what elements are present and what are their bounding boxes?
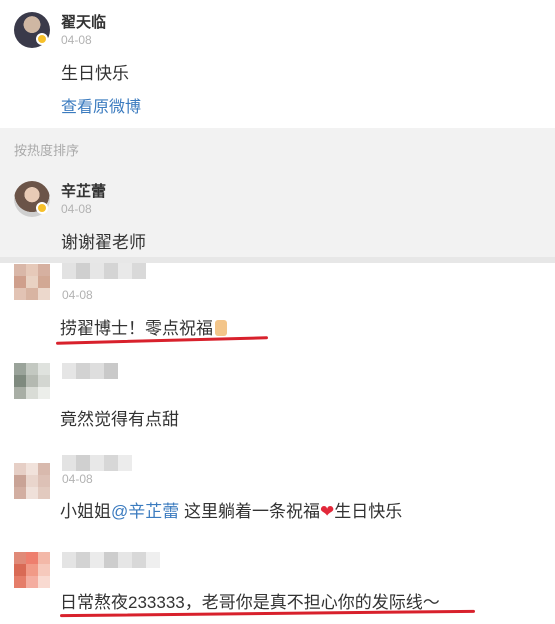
blurred-username [62,455,132,471]
comment-content: 日常熬夜233333，老哥你是真不担心你的发际线～ [60,593,440,612]
comment-date: 04-08 [62,472,93,486]
comment-content: 竟然觉得有点甜 [60,410,179,429]
post-username[interactable]: 翟天临 [61,11,106,32]
reply-date: 04-08 [61,202,92,216]
original-post: 翟天临 04-08 生日快乐 查看原微博 [0,0,555,128]
post-date: 04-08 [61,33,92,47]
thumbs-up-icon [215,320,227,336]
blurred-avatar[interactable] [14,264,50,300]
comment-content: 捞翟博士！零点祝福 [60,314,227,339]
blurred-avatar[interactable] [14,463,50,499]
blurred-username [62,363,118,379]
blurred-username [62,263,146,279]
sort-bar: 按热度排序 [0,128,555,164]
top-reply: 辛芷蕾 04-08 谢谢翟老师 [0,164,555,258]
post-content: 生日快乐 [61,64,129,83]
heart-icon: ❤ [320,502,335,521]
comment-date: 04-08 [62,288,93,302]
blurred-avatar[interactable] [14,363,50,399]
verified-badge-icon [36,202,48,214]
comment-content: 小姐姐@辛芷蕾 这里躺着一条祝福❤生日快乐 [60,502,403,521]
blurred-username [62,552,160,568]
view-original-link[interactable]: 查看原微博 [61,93,141,117]
mention-link[interactable]: @辛芷蕾 [111,502,179,521]
reply-content: 谢谢翟老师 [61,233,146,252]
blurred-avatar[interactable] [14,552,50,588]
verified-badge-icon [36,33,48,45]
sort-by-hot-label[interactable]: 按热度排序 [14,140,79,159]
reply-username[interactable]: 辛芷蕾 [61,180,106,201]
